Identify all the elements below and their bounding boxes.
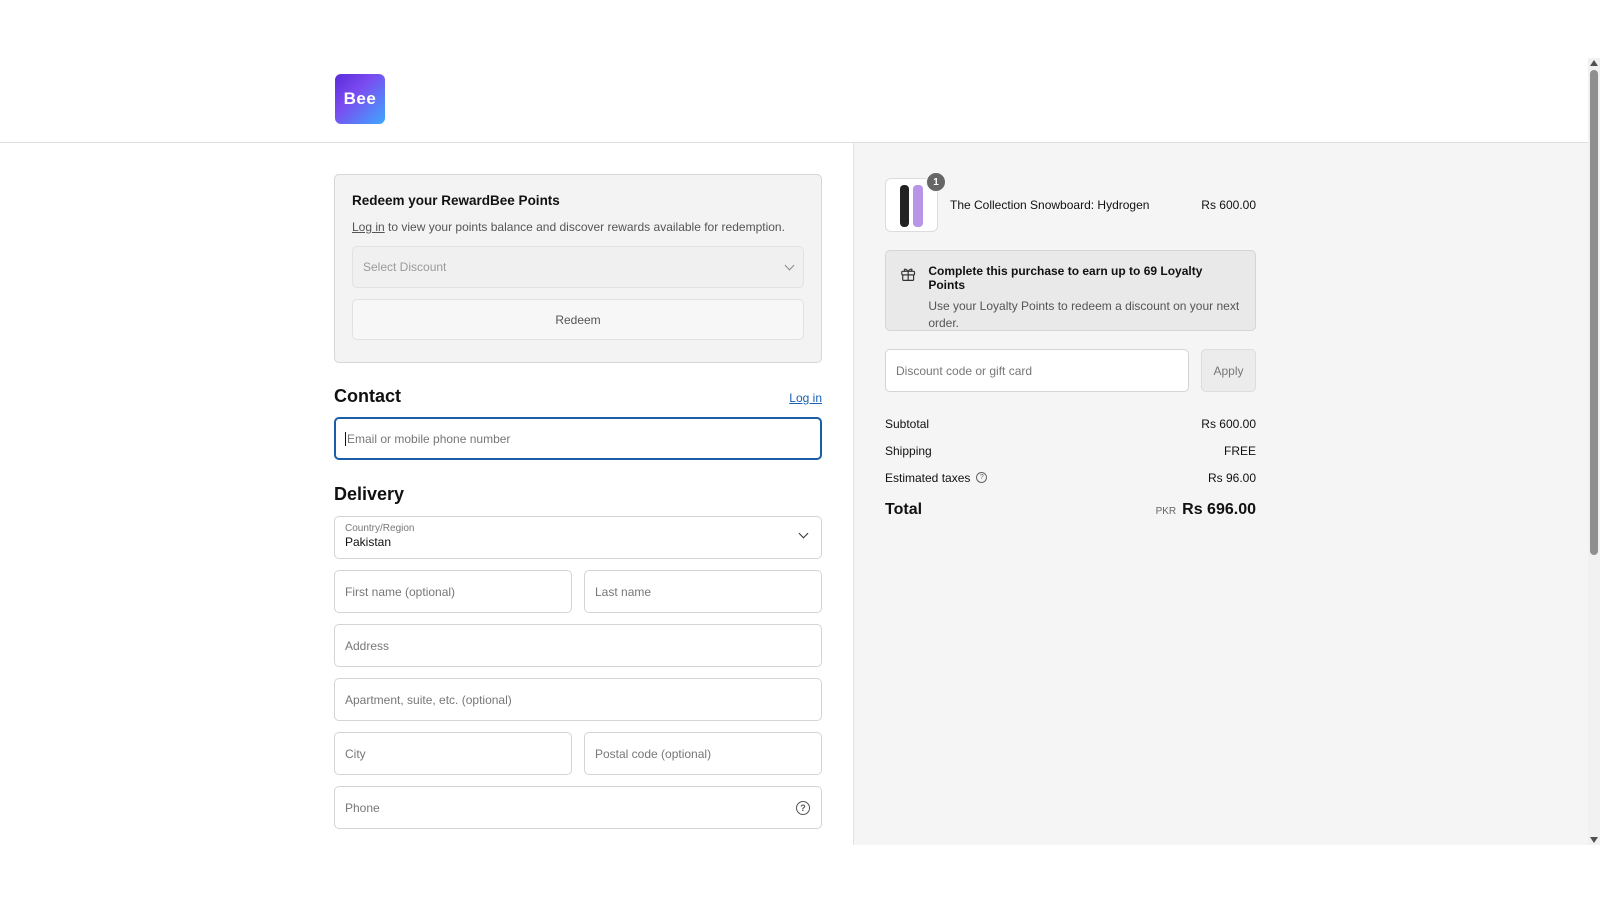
redeem-description-text: to view your points balance and discover…: [388, 220, 785, 234]
last-name-placeholder: Last name: [595, 584, 652, 599]
brand-logo[interactable]: Bee: [335, 74, 385, 124]
country-select[interactable]: Country/Region Pakistan: [334, 516, 822, 559]
total-amount: Rs 696.00: [1182, 501, 1256, 518]
help-icon[interactable]: ?: [796, 801, 810, 815]
snowboard-image-black: [900, 185, 909, 227]
header: Bee: [0, 0, 1594, 143]
apply-button[interactable]: Apply: [1201, 349, 1256, 392]
total-row: Total PKR Rs 696.00: [885, 501, 1256, 519]
last-name-field[interactable]: Last name: [584, 570, 822, 613]
delivery-section: Delivery Country/Region Pakistan First n…: [334, 484, 822, 829]
address-field[interactable]: Address: [334, 624, 822, 667]
address-placeholder: Address: [345, 638, 390, 653]
shipping-label: Shipping: [885, 443, 932, 458]
contact-title: Contact: [334, 386, 401, 406]
loyalty-points-box: Complete this purchase to earn up to 69 …: [885, 250, 1256, 331]
phone-placeholder: Phone: [345, 800, 380, 815]
postal-code-placeholder: Postal code (optional): [595, 746, 712, 761]
redeem-login-link[interactable]: Log in: [352, 220, 385, 234]
city-field[interactable]: City: [334, 732, 572, 775]
email-field[interactable]: Email or mobile phone number: [334, 417, 822, 460]
contact-section: Contact Log in Email or mobile phone num…: [334, 386, 822, 460]
snowboard-image-purple: [913, 185, 923, 227]
subtotal-row: Subtotal Rs 600.00: [885, 410, 1256, 437]
loyalty-subtitle: Use your Loyalty Points to redeem a disc…: [928, 299, 1240, 330]
redeem-points-box: Redeem your RewardBee Points Log in to v…: [334, 174, 822, 363]
taxes-row: Estimated taxes ? Rs 96.00: [885, 464, 1256, 491]
currency-code: PKR: [1155, 506, 1177, 517]
contact-login-link[interactable]: Log in: [789, 391, 822, 405]
subtotal-value: Rs 600.00: [1201, 416, 1256, 431]
text-caret: [345, 431, 346, 446]
product-line: 1 The Collection Snowboard: Hydrogen Rs …: [885, 172, 1256, 232]
discount-row: Discount code or gift card Apply: [885, 349, 1256, 392]
scroll-down-icon[interactable]: [1590, 837, 1598, 843]
apartment-field[interactable]: Apartment, suite, etc. (optional): [334, 678, 822, 721]
loyalty-title: Complete this purchase to earn up to 69 …: [928, 264, 1203, 292]
email-placeholder: Email or mobile phone number: [347, 431, 511, 446]
chevron-down-icon: [784, 260, 795, 270]
order-summary: 1 The Collection Snowboard: Hydrogen Rs …: [885, 172, 1256, 519]
shipping-value: FREE: [1223, 443, 1256, 458]
city-placeholder: City: [345, 746, 366, 761]
shipping-row: Shipping FREE: [885, 437, 1256, 464]
discount-placeholder: Discount code or gift card: [896, 363, 1033, 378]
cost-breakdown: Subtotal Rs 600.00 Shipping FREE Estimat…: [885, 410, 1256, 491]
redeem-title: Redeem your RewardBee Points: [352, 193, 560, 208]
delivery-title: Delivery: [334, 484, 405, 504]
select-discount-dropdown[interactable]: Select Discount: [352, 246, 804, 288]
logo-text: Bee: [343, 89, 377, 108]
apply-button-label: Apply: [1213, 363, 1244, 378]
total-label: Total: [885, 501, 923, 518]
apartment-placeholder: Apartment, suite, etc. (optional): [345, 692, 512, 707]
taxes-value: Rs 96.00: [1207, 470, 1256, 485]
phone-field[interactable]: Phone ?: [334, 786, 822, 829]
scroll-up-icon[interactable]: [1590, 60, 1598, 66]
product-image: 1: [885, 172, 946, 232]
redeem-description: Log in to view your points balance and d…: [352, 220, 804, 234]
checkout-form: Redeem your RewardBee Points Log in to v…: [334, 174, 822, 829]
quantity-badge: 1: [926, 172, 946, 192]
subtotal-label: Subtotal: [885, 416, 930, 431]
checkout-page: Bee Redeem your RewardBee Points Log in …: [0, 0, 1600, 900]
product-name: The Collection Snowboard: Hydrogen: [950, 198, 1150, 212]
redeem-button[interactable]: Redeem: [352, 299, 804, 340]
discount-code-field[interactable]: Discount code or gift card: [885, 349, 1189, 392]
taxes-label: Estimated taxes: [885, 470, 971, 485]
country-label: Country/Region: [345, 523, 415, 534]
gift-icon: [901, 268, 916, 281]
redeem-button-label: Redeem: [555, 312, 601, 327]
help-icon[interactable]: ?: [976, 472, 988, 483]
product-price: Rs 600.00: [1201, 198, 1256, 212]
first-name-field[interactable]: First name (optional): [334, 570, 572, 613]
first-name-placeholder: First name (optional): [345, 584, 456, 599]
scroll-thumb[interactable]: [1590, 70, 1598, 555]
postal-code-field[interactable]: Postal code (optional): [584, 732, 822, 775]
scrollbar[interactable]: [1588, 58, 1600, 845]
country-value: Pakistan: [345, 535, 392, 549]
select-discount-placeholder: Select Discount: [363, 260, 447, 274]
